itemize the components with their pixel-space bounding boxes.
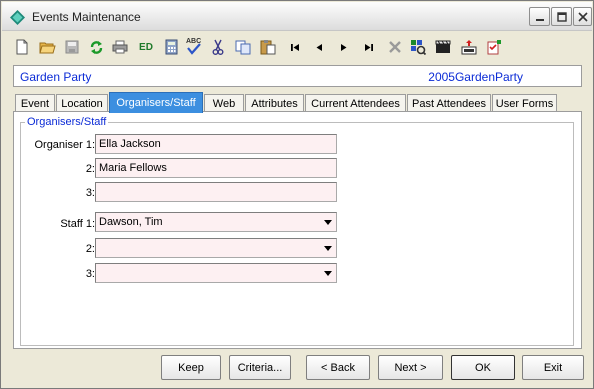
staff1-dropdown-arrow[interactable] bbox=[320, 214, 335, 230]
tab-attributes[interactable]: Attributes bbox=[245, 94, 304, 112]
minimize-icon bbox=[535, 12, 545, 22]
staff2-dropdown-arrow[interactable] bbox=[320, 240, 335, 256]
chevron-down-icon bbox=[323, 216, 332, 228]
tab-panel: Organisers/Staff Organiser 1: Ella Jacks… bbox=[13, 111, 582, 349]
staff1-label: Staff 1: bbox=[60, 218, 95, 230]
delete-button[interactable] bbox=[385, 37, 405, 57]
maximize-button[interactable] bbox=[551, 7, 572, 26]
organisers-staff-group: Organisers/Staff Organiser 1: Ella Jacks… bbox=[20, 116, 574, 346]
edit-id-button[interactable]: ED bbox=[135, 37, 157, 57]
ok-button[interactable]: OK bbox=[451, 355, 515, 380]
staff3-combo[interactable] bbox=[95, 263, 337, 283]
next-record-button[interactable] bbox=[334, 37, 354, 57]
add-task-button[interactable] bbox=[484, 37, 504, 57]
paste-button[interactable] bbox=[258, 37, 278, 57]
tab-location[interactable]: Location bbox=[56, 94, 108, 112]
save-button[interactable] bbox=[62, 37, 82, 57]
window-title: Events Maintenance bbox=[32, 10, 141, 24]
last-record-button[interactable] bbox=[359, 37, 379, 57]
first-record-button[interactable] bbox=[285, 37, 305, 57]
calculator-icon bbox=[165, 39, 178, 55]
exit-button[interactable]: Exit bbox=[522, 355, 584, 380]
event-header: Garden Party 2005GardenParty bbox=[13, 65, 582, 87]
edit-id-icon: ED bbox=[139, 41, 153, 53]
group-title: Organisers/Staff bbox=[25, 116, 109, 128]
tab-event[interactable]: Event bbox=[15, 94, 55, 112]
previous-record-button[interactable] bbox=[309, 37, 329, 57]
cut-button[interactable] bbox=[208, 37, 228, 57]
import-icon bbox=[461, 39, 477, 55]
cut-icon bbox=[212, 39, 224, 55]
maximize-icon bbox=[556, 11, 567, 22]
staff3-label: 3: bbox=[85, 268, 95, 280]
events-maintenance-window: Events Maintenance ED ABC Garden Party 2… bbox=[0, 0, 594, 389]
save-icon bbox=[65, 40, 79, 54]
calculator-button[interactable] bbox=[161, 37, 181, 57]
close-window-button[interactable] bbox=[573, 7, 592, 26]
title-bar: Events Maintenance bbox=[2, 2, 592, 31]
chevron-down-icon bbox=[323, 267, 332, 279]
spell-check-icon: ABC bbox=[185, 38, 203, 56]
new-document-icon bbox=[15, 39, 29, 55]
tab-user-forms[interactable]: User Forms bbox=[492, 94, 557, 112]
new-document-button[interactable] bbox=[12, 37, 32, 57]
print-button[interactable] bbox=[110, 37, 130, 57]
copy-button[interactable] bbox=[233, 37, 253, 57]
delete-icon bbox=[388, 40, 402, 54]
organiser2-field[interactable]: Maria Fellows bbox=[95, 158, 337, 178]
staff1-value: Dawson, Tim bbox=[99, 216, 163, 228]
staff2-label: 2: bbox=[85, 243, 95, 255]
refresh-icon bbox=[89, 40, 104, 55]
tab-web[interactable]: Web bbox=[204, 94, 244, 112]
open-folder-button[interactable] bbox=[37, 37, 57, 57]
tab-current-attendees[interactable]: Current Attendees bbox=[305, 94, 406, 112]
next-record-icon bbox=[340, 43, 348, 52]
event-code: 2005GardenParty bbox=[428, 70, 523, 84]
refresh-button[interactable] bbox=[86, 37, 106, 57]
clapboard-icon bbox=[435, 40, 451, 54]
keep-button[interactable]: Keep bbox=[161, 355, 221, 380]
find-icon bbox=[410, 39, 426, 55]
import-button[interactable] bbox=[459, 37, 479, 57]
clapboard-button[interactable] bbox=[433, 37, 453, 57]
find-button[interactable] bbox=[408, 37, 428, 57]
organiser1-field[interactable]: Ella Jackson bbox=[95, 134, 337, 154]
tab-past-attendees[interactable]: Past Attendees bbox=[407, 94, 491, 112]
open-folder-icon bbox=[38, 40, 56, 54]
toolbar: ED ABC bbox=[2, 32, 592, 62]
organiser2-label: 2: bbox=[85, 163, 95, 175]
organiser1-label: Organiser 1: bbox=[34, 139, 95, 151]
close-icon bbox=[577, 11, 588, 22]
organiser3-field[interactable] bbox=[95, 182, 337, 202]
next-button[interactable]: Next > bbox=[378, 355, 443, 380]
tab-organisers-staff[interactable]: Organisers/Staff bbox=[109, 92, 203, 113]
back-button[interactable]: < Back bbox=[306, 355, 370, 380]
staff1-combo[interactable]: Dawson, Tim bbox=[95, 212, 337, 232]
last-record-icon bbox=[364, 43, 374, 52]
spell-check-button[interactable]: ABC bbox=[184, 37, 204, 57]
copy-icon bbox=[235, 40, 251, 55]
staff2-combo[interactable] bbox=[95, 238, 337, 258]
event-name: Garden Party bbox=[20, 70, 92, 84]
paste-icon bbox=[260, 39, 276, 55]
previous-record-icon bbox=[315, 43, 323, 52]
minimize-button[interactable] bbox=[529, 7, 550, 26]
add-task-icon bbox=[486, 39, 502, 55]
print-icon bbox=[112, 40, 128, 54]
staff3-dropdown-arrow[interactable] bbox=[320, 265, 335, 281]
organiser3-label: 3: bbox=[85, 187, 95, 199]
criteria-button[interactable]: Criteria... bbox=[229, 355, 291, 380]
app-diamond-icon bbox=[10, 10, 25, 25]
chevron-down-icon bbox=[323, 242, 332, 254]
first-record-icon bbox=[290, 43, 300, 52]
